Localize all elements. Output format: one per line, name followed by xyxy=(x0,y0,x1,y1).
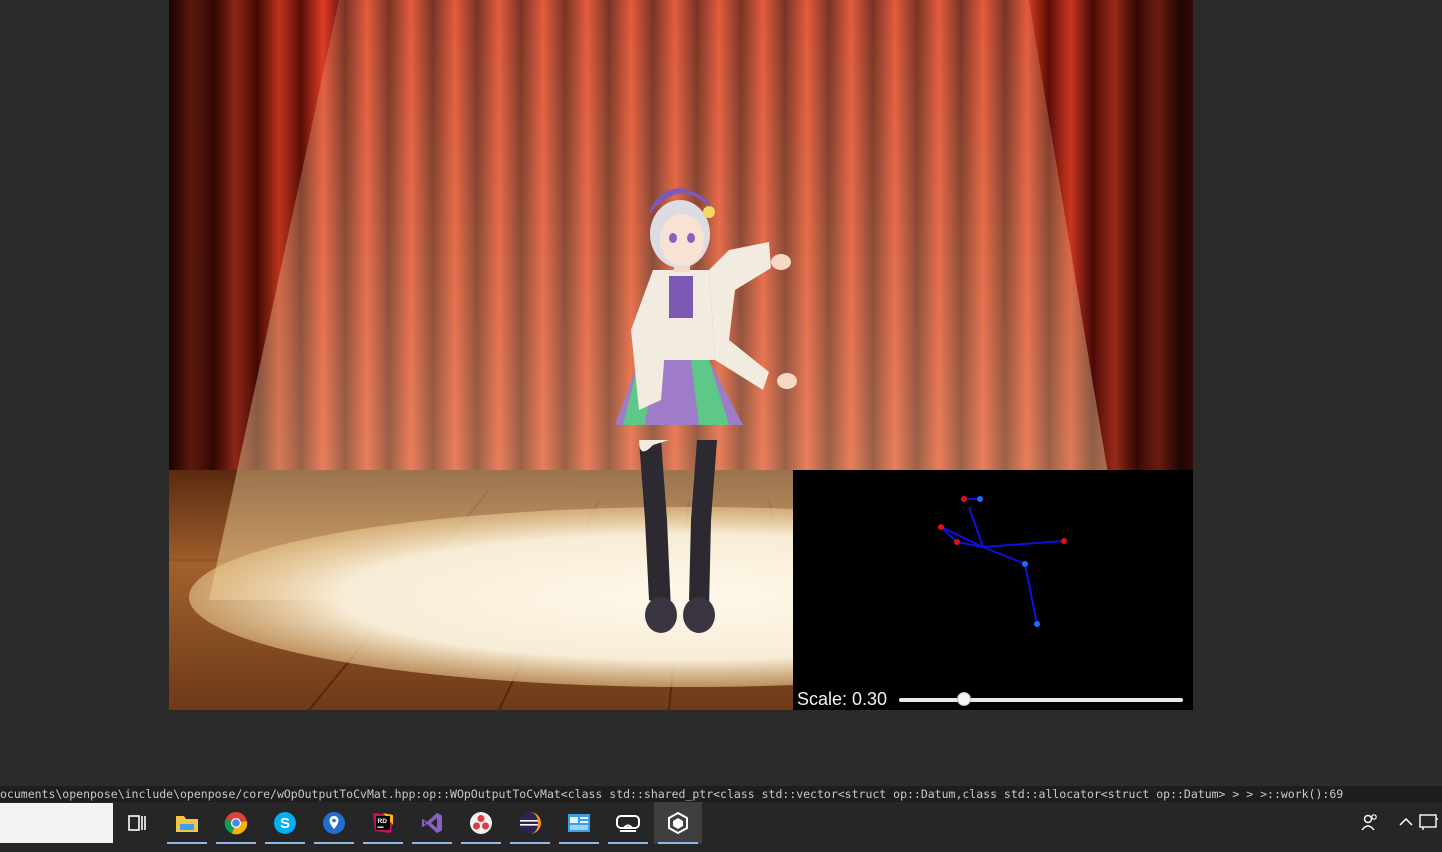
taskbar-app-unity[interactable] xyxy=(654,802,702,844)
control-panel-icon xyxy=(568,814,590,832)
svg-text:RD: RD xyxy=(378,818,388,825)
task-view-icon xyxy=(128,815,146,831)
taskbar-app-control-panel[interactable] xyxy=(555,802,603,844)
scale-slider-track[interactable] xyxy=(899,698,1183,702)
people-button[interactable] xyxy=(1358,810,1382,834)
chevron-up-icon xyxy=(1399,817,1413,826)
running-indicator xyxy=(658,842,698,844)
taskbar-app-vr[interactable] xyxy=(604,802,652,844)
taskbar-app-rider[interactable]: RD xyxy=(359,802,407,844)
running-indicator xyxy=(314,842,354,844)
task-view-button[interactable] xyxy=(113,802,161,844)
running-indicator xyxy=(510,842,550,844)
running-indicator xyxy=(216,842,256,844)
taskbar-app-maps[interactable] xyxy=(310,802,358,844)
running-indicator xyxy=(265,842,305,844)
vr-headset-icon xyxy=(616,815,640,832)
running-indicator xyxy=(608,842,648,844)
running-indicator xyxy=(461,842,501,844)
action-center-icon xyxy=(1419,814,1438,830)
game-viewport: Scale: 0.30 xyxy=(169,0,1193,710)
taskbar-app-chrome[interactable] xyxy=(212,802,260,844)
file-explorer-icon xyxy=(176,816,198,832)
action-center-button[interactable] xyxy=(1417,810,1441,834)
taskbar: S RD xyxy=(0,802,1442,852)
visual-studio-icon xyxy=(422,813,442,833)
scale-label: Scale: 0.30 xyxy=(797,689,888,709)
eclipse-icon xyxy=(519,812,541,834)
running-indicator xyxy=(412,842,452,844)
svg-text:S: S xyxy=(280,815,290,832)
taskbar-app-eclipse[interactable] xyxy=(506,802,554,844)
taskbar-app-davinci[interactable] xyxy=(457,802,505,844)
rider-icon: RD xyxy=(373,813,393,833)
pose-overlay-panel: Scale: 0.30 xyxy=(793,470,1193,710)
running-indicator xyxy=(559,842,599,844)
console-log-line: ocuments\openpose\include\openpose/core/… xyxy=(0,786,1442,802)
taskbar-app-visual-studio[interactable] xyxy=(408,802,456,844)
davinci-icon xyxy=(470,812,492,834)
running-indicator xyxy=(167,842,207,844)
taskbar-app-file-explorer[interactable] xyxy=(163,802,211,844)
pose-skeleton xyxy=(938,496,1067,627)
chrome-icon xyxy=(224,812,248,835)
running-indicator xyxy=(363,842,403,844)
skype-icon: S xyxy=(274,812,296,834)
maps-pin-icon xyxy=(323,812,345,834)
taskbar-app-skype[interactable]: S xyxy=(261,802,309,844)
unity-icon xyxy=(668,812,688,834)
people-icon xyxy=(1361,814,1377,831)
taskbar-search-box[interactable] xyxy=(0,803,113,843)
show-hidden-icons-button[interactable] xyxy=(1394,810,1418,834)
